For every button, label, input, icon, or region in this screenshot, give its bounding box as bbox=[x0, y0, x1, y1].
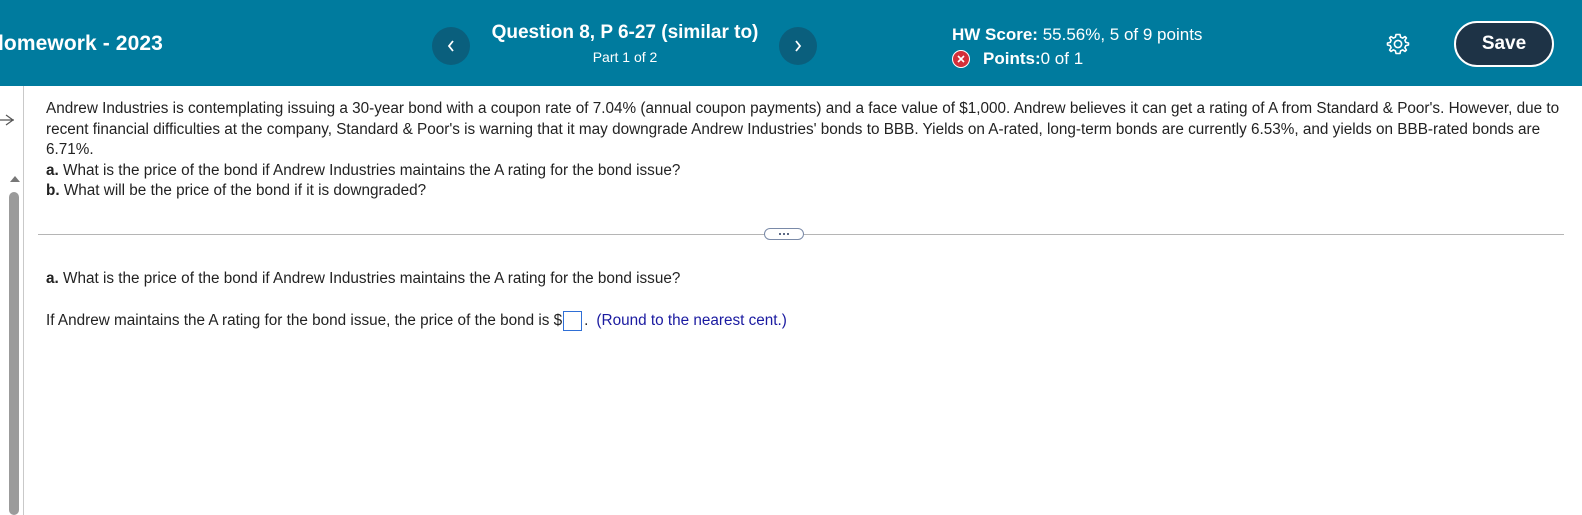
hw-score: HW Score: 55.56%, 5 of 9 points bbox=[952, 25, 1202, 45]
assignment-title: lomework - 2023 bbox=[0, 32, 163, 55]
question-part: Part 1 of 2 bbox=[592, 49, 658, 65]
price-answer-input[interactable] bbox=[563, 311, 583, 331]
question-header: Question 8, P 6-27 (similar to) Part 1 o… bbox=[470, 22, 780, 65]
points: Points: 0 of 1 bbox=[952, 49, 1202, 69]
left-rail-divider bbox=[23, 86, 24, 515]
points-value: 0 of 1 bbox=[1040, 49, 1084, 68]
hw-score-value: 55.56%, 5 of 9 points bbox=[1037, 25, 1203, 44]
dot-icon bbox=[787, 233, 789, 235]
top-bar: lomework - 2023 Question 8, P 6-27 (simi… bbox=[0, 0, 1582, 86]
question-b-text: What will be the price of the bond if it… bbox=[59, 182, 427, 199]
previous-question-button[interactable] bbox=[432, 27, 470, 65]
answer-part-a-question: a. What is the price of the bond if Andr… bbox=[46, 270, 680, 288]
incorrect-icon bbox=[952, 50, 970, 68]
answer-prompt: If Andrew maintains the A rating for the… bbox=[46, 312, 563, 329]
hw-score-label: HW Score: bbox=[952, 25, 1038, 44]
dot-icon bbox=[783, 233, 785, 235]
more-options-button[interactable] bbox=[764, 228, 804, 240]
question-b: b. What will be the price of the bond if… bbox=[46, 181, 1566, 202]
answer-part-a-label: a. bbox=[46, 270, 59, 287]
points-label: Points: bbox=[983, 49, 1041, 68]
gear-icon[interactable] bbox=[1386, 32, 1410, 56]
save-button[interactable]: Save bbox=[1454, 21, 1554, 67]
chevron-left-icon bbox=[447, 40, 454, 52]
next-question-button[interactable] bbox=[779, 27, 817, 65]
question-title: Question 8, P 6-27 (similar to) bbox=[491, 22, 759, 43]
score-panel: HW Score: 55.56%, 5 of 9 points Points: … bbox=[952, 25, 1202, 69]
scroll-up-arrow-icon[interactable] bbox=[10, 176, 20, 182]
dot-icon bbox=[779, 233, 781, 235]
answer-period: . bbox=[584, 312, 589, 329]
chevron-right-icon bbox=[795, 40, 802, 52]
problem-text: Andrew Industries is contemplating issui… bbox=[46, 100, 1560, 158]
question-b-label: b. bbox=[46, 182, 60, 199]
pin-icon[interactable] bbox=[0, 112, 14, 128]
answer-line: If Andrew maintains the A rating for the… bbox=[46, 311, 787, 331]
question-a: a. What is the price of the bond if Andr… bbox=[46, 161, 1566, 182]
question-a-label: a. bbox=[46, 161, 59, 179]
scrollbar-thumb[interactable] bbox=[9, 192, 19, 515]
answer-part-a-text: What is the price of the bond if Andrew … bbox=[58, 270, 681, 287]
rounding-hint: (Round to the nearest cent.) bbox=[596, 312, 787, 329]
question-a-text: What is the price of the bond if Andrew … bbox=[58, 161, 681, 179]
problem-statement: Andrew Industries is contemplating issui… bbox=[46, 99, 1566, 202]
